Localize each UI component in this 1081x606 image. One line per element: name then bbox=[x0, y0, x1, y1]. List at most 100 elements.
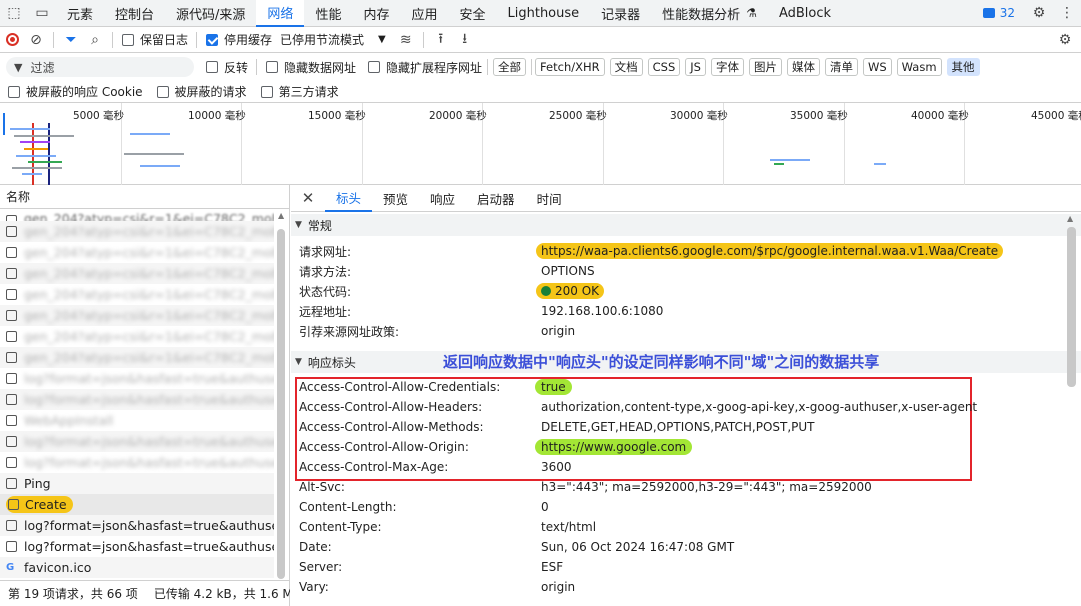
header-key: Access-Control-Allow-Credentials: bbox=[299, 380, 501, 394]
throttling-select[interactable]: 已停用节流模式 ▼ bbox=[280, 31, 386, 48]
response-headers-section-header[interactable]: ▼ 响应标头 返回响应数据中"响应头"的设定同样影响不同"域"之间的数据共享 bbox=[291, 351, 1081, 373]
close-icon[interactable]: ✕ bbox=[291, 189, 325, 207]
request-row[interactable]: gen_204?atyp=csi&r=1&ei=C78C2_moEsW... bbox=[0, 263, 274, 284]
general-section-header[interactable]: ▼ 常规 bbox=[291, 214, 1081, 236]
type-filter-other[interactable]: 其他 bbox=[946, 58, 980, 76]
request-count: 第 19 项请求，共 66 项 bbox=[8, 587, 138, 601]
tab-security[interactable]: 安全 bbox=[448, 0, 496, 27]
filter-toggle-button[interactable]: ⏷ bbox=[59, 27, 83, 53]
tab-sources[interactable]: 源代码/来源 bbox=[165, 0, 256, 27]
hide-data-urls-checkbox[interactable]: 隐藏数据网址 bbox=[266, 59, 356, 76]
disable-cache-box[interactable] bbox=[206, 33, 219, 46]
blocked-cookies-box[interactable] bbox=[8, 85, 20, 98]
request-row[interactable]: gen_204?atyp=csi&r=1&ei=C78C2_moEsW... bbox=[0, 347, 274, 368]
scroll-up-icon[interactable]: ▲ bbox=[1067, 214, 1073, 223]
header-value: 3600 bbox=[541, 460, 572, 474]
network-settings-button[interactable]: ⚙ bbox=[1053, 27, 1077, 53]
request-row[interactable]: WebAppInstall bbox=[0, 410, 274, 431]
request-row[interactable]: gen_204?atyp=csi&r=1&ei=C78C2_moEsW... bbox=[0, 326, 274, 347]
request-row[interactable]: gen_204?atyp=csi&r=1&ei=C78C2_moEs... bbox=[0, 209, 274, 221]
blocked-requests-checkbox[interactable]: 被屏蔽的请求 bbox=[156, 83, 247, 100]
tab-preview[interactable]: 预览 bbox=[372, 185, 419, 212]
scrollbar-thumb[interactable] bbox=[277, 229, 285, 579]
filter-input[interactable]: ▼ 过滤 bbox=[6, 57, 194, 77]
request-row-ping[interactable]: Ping bbox=[0, 473, 274, 494]
settings-gear-icon[interactable]: ⚙ bbox=[1025, 0, 1053, 27]
disable-cache-checkbox[interactable]: 停用缓存 bbox=[206, 31, 272, 48]
more-options-icon[interactable]: ⋮ bbox=[1053, 0, 1081, 27]
issues-badge[interactable]: 32 bbox=[982, 6, 1015, 20]
tab-console[interactable]: 控制台 bbox=[104, 0, 165, 27]
tab-memory[interactable]: 内存 bbox=[352, 0, 400, 27]
network-conditions-button[interactable]: ≋ bbox=[394, 27, 418, 53]
tab-initiator[interactable]: 启动器 bbox=[466, 185, 526, 212]
scrollbar-thumb[interactable] bbox=[1067, 227, 1076, 387]
tab-response[interactable]: 响应 bbox=[419, 185, 466, 212]
header-key: Access-Control-Allow-Methods: bbox=[299, 420, 484, 434]
general-row: 请求网址: https://waa-pa.clients6.google.com… bbox=[291, 241, 1081, 261]
create-highlight: Create bbox=[6, 496, 73, 513]
type-filter-wasm[interactable]: Wasm bbox=[896, 58, 942, 76]
tab-adblock[interactable]: AdBlock bbox=[768, 0, 842, 27]
column-header-name[interactable]: 名称 bbox=[0, 185, 289, 209]
invert-checkbox[interactable]: 反转 bbox=[206, 59, 248, 76]
clear-button[interactable]: ⊘ bbox=[24, 27, 48, 53]
overview-bar bbox=[124, 153, 184, 155]
invert-box[interactable] bbox=[206, 61, 218, 73]
request-row[interactable]: log?format=json&hasfast=true&authuser... bbox=[0, 389, 274, 410]
request-row[interactable]: log?format=json&hasfast=true&authuser... bbox=[0, 368, 274, 389]
third-party-checkbox[interactable]: 第三方请求 bbox=[260, 83, 339, 100]
type-filter-doc[interactable]: 文档 bbox=[609, 58, 643, 76]
type-filter-img[interactable]: 图片 bbox=[748, 58, 782, 76]
hide-ext-urls-box[interactable] bbox=[368, 61, 381, 73]
detail-scrollbar[interactable]: ▲ bbox=[1065, 212, 1077, 606]
type-filter-fetch-xhr[interactable]: Fetch/XHR bbox=[535, 58, 605, 76]
import-har-button[interactable]: ⭱ bbox=[429, 27, 453, 53]
blocked-cookies-checkbox[interactable]: 被屏蔽的响应 Cookie bbox=[8, 83, 143, 100]
request-row-favicon[interactable]: G favicon.ico bbox=[0, 557, 274, 578]
tab-application[interactable]: 应用 bbox=[400, 0, 448, 27]
tab-elements[interactable]: 元素 bbox=[56, 0, 104, 27]
request-row[interactable]: gen_204?atyp=csi&r=1&ei=C78C2_moEsW... bbox=[0, 242, 274, 263]
tab-recorder[interactable]: 记录器 bbox=[590, 0, 651, 27]
blocked-requests-box[interactable] bbox=[156, 85, 169, 98]
type-filter-js[interactable]: JS bbox=[685, 58, 706, 76]
type-filter-css[interactable]: CSS bbox=[647, 58, 681, 76]
device-toolbar-icon[interactable]: ▭ bbox=[28, 0, 56, 27]
tab-performance-insights[interactable]: 性能数据分析 ⚗ bbox=[651, 0, 768, 27]
request-row[interactable]: log?format=json&hasfast=true&authuser... bbox=[0, 452, 274, 473]
request-row[interactable]: gen_204?atyp=csi&r=1&ei=C78C2_moEsW... bbox=[0, 305, 274, 326]
hide-ext-urls-checkbox[interactable]: 隐藏扩展程序网址 bbox=[368, 59, 482, 76]
request-row[interactable]: log?format=json&hasfast=true&authuser... bbox=[0, 431, 274, 452]
export-har-button[interactable]: ⭳ bbox=[453, 27, 477, 53]
scroll-up-icon[interactable]: ▲ bbox=[278, 211, 284, 220]
request-row[interactable]: log?format=json&hasfast=true&authuse... bbox=[0, 536, 274, 557]
search-button[interactable]: ⌕ bbox=[83, 27, 107, 53]
request-list-scrollbar[interactable]: ▲ bbox=[276, 209, 286, 579]
tab-timing[interactable]: 时间 bbox=[526, 185, 573, 212]
type-filter-all[interactable]: 全部 bbox=[493, 58, 527, 76]
type-filter-font[interactable]: 字体 bbox=[710, 58, 744, 76]
tab-headers[interactable]: 标头 bbox=[325, 185, 373, 212]
preserve-log-checkbox[interactable]: 保留日志 bbox=[122, 31, 188, 48]
hide-data-urls-box[interactable] bbox=[266, 61, 279, 73]
type-filter-media[interactable]: 媒体 bbox=[786, 58, 820, 76]
type-filter-ws[interactable]: WS bbox=[862, 58, 892, 76]
record-button[interactable] bbox=[0, 27, 24, 53]
request-name: gen_204?atyp=csi&r=1&ei=C78C2_moEsW... bbox=[24, 329, 274, 344]
request-row[interactable]: gen_204?atyp=csi&r=1&ei=C78C2_moEsW... bbox=[0, 221, 274, 242]
type-filter-manifest[interactable]: 清单 bbox=[824, 58, 858, 76]
request-type-icon bbox=[6, 457, 17, 468]
request-row-create[interactable]: Create bbox=[0, 494, 274, 515]
request-row[interactable]: log?format=json&hasfast=true&authuse... bbox=[0, 515, 274, 536]
third-party-box[interactable] bbox=[260, 85, 273, 98]
request-name: Create bbox=[25, 497, 67, 512]
inspect-element-icon[interactable]: ⬚ bbox=[0, 0, 28, 27]
preserve-log-box[interactable] bbox=[122, 33, 134, 46]
tab-lighthouse[interactable]: Lighthouse bbox=[497, 0, 591, 27]
network-overview[interactable]: 5000 毫秒 10000 毫秒 15000 毫秒 20000 毫秒 25000… bbox=[0, 103, 1081, 185]
request-row[interactable]: gen_204?atyp=csi&r=1&ei=C78C2_moEsW... bbox=[0, 284, 274, 305]
header-key: Vary: bbox=[299, 580, 329, 594]
tab-network[interactable]: 网络 bbox=[256, 0, 305, 27]
tab-performance[interactable]: 性能 bbox=[304, 0, 352, 27]
